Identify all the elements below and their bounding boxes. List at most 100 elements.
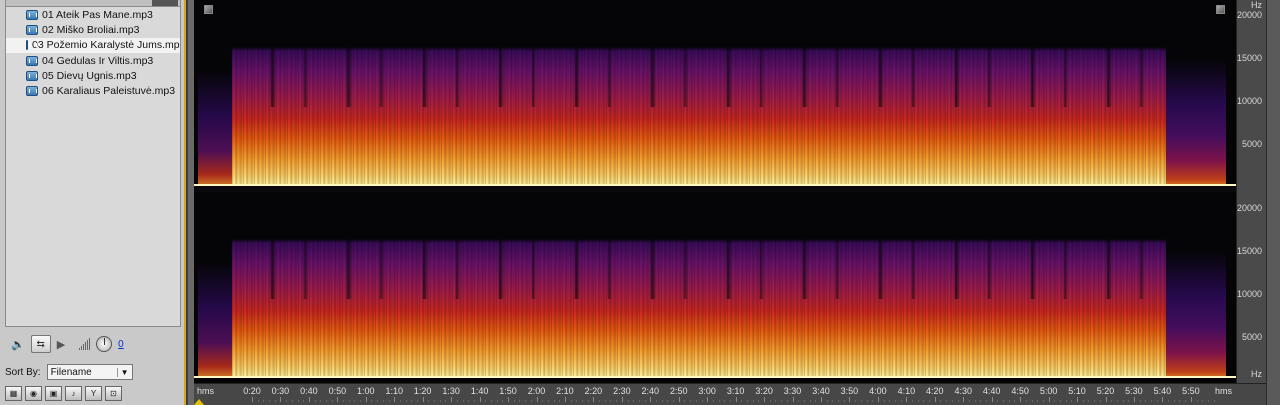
loop-button[interactable]: ⇆ [30,335,51,353]
sort-select[interactable]: Filename ▼ [46,364,133,380]
time-tick [508,397,510,402]
channel-left-spectrogram[interactable] [194,0,1236,186]
time-label: 3:10 [726,386,745,396]
time-minor-tick [900,400,902,402]
time-minor-tick [610,400,612,402]
time-minor-tick [502,400,504,402]
time-minor-tick [701,400,703,402]
time-minor-tick [866,400,868,402]
time-minor-tick [1173,400,1175,402]
volume-value[interactable]: 0 [118,339,124,350]
time-label: 3:20 [755,386,773,396]
time-minor-tick [331,400,333,402]
audio-file-icon [26,70,38,81]
time-minor-tick [411,400,413,402]
time-label: 3:50 [840,386,859,396]
time-tick [308,397,310,402]
time-minor-tick [889,400,891,402]
music-note-icon[interactable]: ♪ [65,386,82,401]
time-tick [877,397,879,402]
multitrack-icon[interactable]: ▦ [5,386,22,401]
time-tick [479,397,481,402]
hz-label: 5000 [1241,139,1262,149]
play-button[interactable]: ▶ [57,338,65,351]
time-minor-tick [695,400,697,402]
audio-file-icon [26,40,37,51]
time-minor-tick [1042,400,1044,402]
file-list-item[interactable]: 03 Požemio Karalystė Jums.mp3 [6,37,180,53]
spectral-display[interactable] [194,0,1236,383]
time-minor-tick [729,400,731,402]
time-label: 4:50 [1011,386,1029,396]
time-minor-tick [587,400,589,402]
time-minor-tick [263,400,265,402]
file-list-item[interactable]: 05 Dievų Ugnis.mp3 [6,68,180,83]
file-list-item[interactable]: 01 Ateik Pas Mane.mp3 [6,7,180,22]
file-items: 01 Ateik Pas Mane.mp3 02 Miško Broliai.mp… [6,7,180,99]
time-minor-tick [1094,400,1096,402]
time-minor-tick [1008,400,1010,402]
time-label: 3:40 [812,386,830,396]
time-minor-tick [974,400,976,402]
time-minor-tick [434,400,436,402]
hz-label: 10000 [1236,289,1262,299]
time-minor-tick [405,400,407,402]
file-list-item[interactable]: 02 Miško Broliai.mp3 [6,22,180,37]
panel-menu-button[interactable] [152,0,178,6]
file-list-item[interactable]: 06 Karaliaus Paleistuvė.mp3 [6,83,180,98]
time-minor-tick [519,400,521,402]
time-minor-tick [343,400,345,402]
time-minor-tick [718,400,720,402]
time-tick [764,397,766,402]
time-minor-tick [724,400,726,402]
time-minor-tick [1054,400,1056,402]
time-minor-tick [855,400,857,402]
volume-knob[interactable] [96,336,113,352]
time-label: 5:30 [1125,386,1143,396]
file-list-item[interactable]: 04 Gedulas Ir Viltis.mp3 [6,53,180,68]
playhead-marker[interactable] [194,399,204,405]
time-tick [280,397,282,402]
time-label: 5:20 [1096,386,1115,396]
time-label: 4:40 [982,386,1001,396]
time-minor-tick [1185,400,1187,402]
time-minor-tick [473,400,475,402]
record-icon[interactable]: ◉ [25,386,42,401]
time-minor-tick [1116,400,1118,402]
bottom-toolbar: ▦ ◉ ▣ ♪ Y ⊡ [5,386,122,401]
zoom-corner-left-icon[interactable] [204,5,213,14]
time-minor-tick [838,400,840,402]
time-minor-tick [388,400,390,402]
file-list[interactable]: 01 Ateik Pas Mane.mp3 02 Miško Broliai.mp… [5,0,181,327]
time-tick [1077,397,1079,402]
time-minor-tick [445,400,447,402]
ruler-corner [1236,383,1266,405]
time-tick [1133,397,1135,402]
time-tick [1048,397,1050,402]
chevron-down-icon: ▼ [116,367,129,377]
time-minor-tick [775,400,777,402]
time-minor-tick [286,400,288,402]
filter-icon[interactable]: Y [85,386,102,401]
time-unit-left: hms [197,386,215,396]
time-label: 1:40 [470,386,489,396]
time-minor-tick [377,400,379,402]
speaker-icon[interactable]: 🔈 [11,338,25,351]
channel-right-spectrogram[interactable] [194,192,1236,378]
zoom-corner-right-icon[interactable] [1216,5,1225,14]
time-label: 0:40 [300,386,318,396]
time-minor-tick [428,400,430,402]
time-minor-tick [1196,400,1198,402]
cd-icon[interactable]: ▣ [45,386,62,401]
time-minor-tick [741,400,743,402]
time-label: 0:30 [271,386,290,396]
frequency-ruler[interactable]: Hz 20000 15000 10000 5000 20000 15000 10… [1236,0,1266,383]
tape-icon[interactable]: ⊡ [105,386,122,401]
time-minor-tick [274,400,276,402]
time-ruler[interactable]: hms 0:20 0:30 0:40 0:50 1:00 1:10 1:20 1:30 1:40… [194,383,1236,405]
time-minor-tick [303,400,305,402]
vertical-scrollbar[interactable] [1266,0,1280,405]
time-minor-tick [354,400,356,402]
time-minor-tick [917,400,919,402]
time-tick [650,397,652,402]
